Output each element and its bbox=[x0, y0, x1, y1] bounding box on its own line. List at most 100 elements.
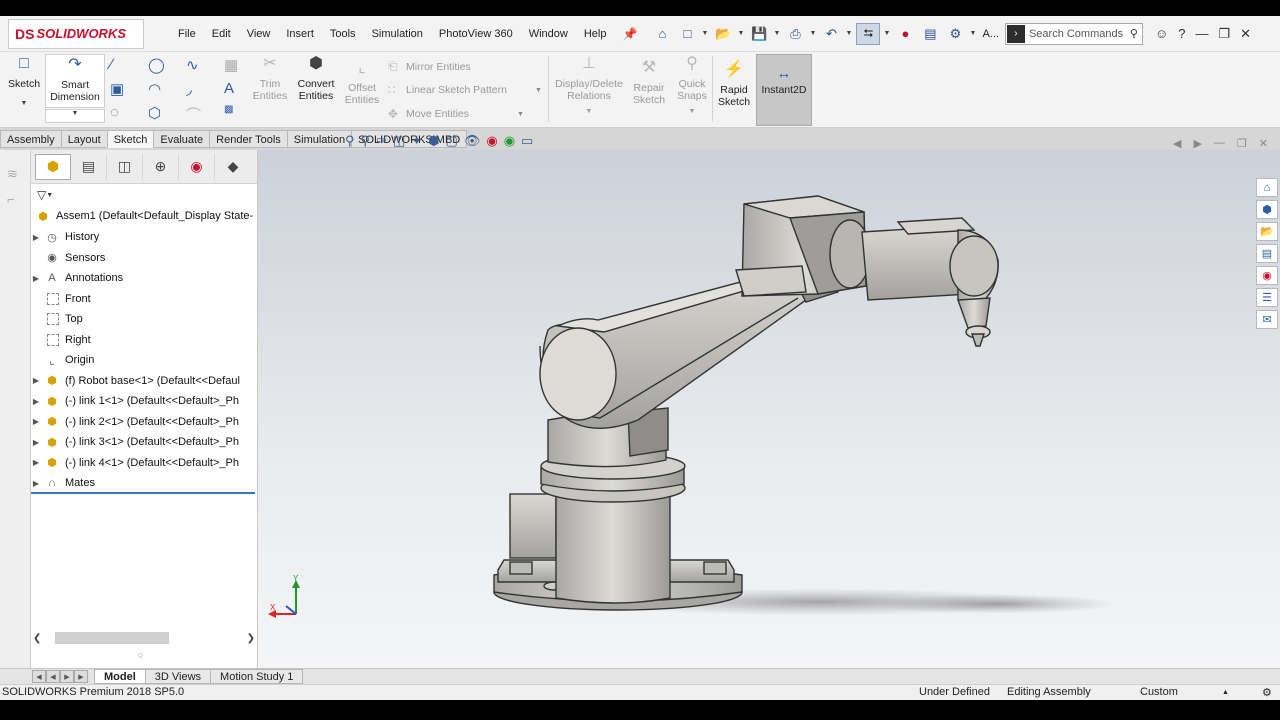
print-icon[interactable]: ⎙ bbox=[784, 23, 806, 45]
circle-icon[interactable]: ◯ bbox=[148, 56, 165, 74]
user-icon[interactable]: ☺ bbox=[1155, 26, 1168, 41]
expand-arrow-icon[interactable]: ▶ bbox=[31, 417, 41, 426]
viewport-minimize-icon[interactable]: — bbox=[1214, 137, 1225, 150]
spline-icon[interactable]: ∿ bbox=[186, 56, 199, 74]
chevron-down-icon[interactable]: ▼ bbox=[845, 30, 853, 37]
chevron-down-icon[interactable]: ▼ bbox=[883, 30, 891, 37]
tab-render-tools[interactable]: Render Tools bbox=[209, 130, 288, 148]
slot-icon[interactable]: ◌ bbox=[110, 104, 119, 121]
rebuild-traffic-light-icon[interactable]: ● bbox=[894, 23, 916, 45]
sketch-grid-icon[interactable]: ≋ bbox=[7, 166, 18, 182]
tab-layout[interactable]: Layout bbox=[60, 130, 108, 148]
chevron-down-icon[interactable]: ▼ bbox=[809, 30, 817, 37]
dimxpert-tab-icon[interactable]: ⊕ bbox=[143, 153, 179, 180]
property-manager-tab-icon[interactable]: ▤ bbox=[71, 153, 107, 180]
trim-entities-button[interactable]: ✂ Trim Entities bbox=[250, 56, 290, 103]
tab-sketch[interactable]: Sketch bbox=[106, 130, 155, 148]
chevron-down-icon[interactable]: ▼ bbox=[737, 30, 745, 37]
instant2d-button[interactable]: ↔ Instant2D bbox=[756, 54, 812, 126]
close-icon[interactable]: ✕ bbox=[1240, 26, 1251, 42]
edit-appearance-icon[interactable]: ◉ bbox=[486, 133, 497, 149]
robot-base-part[interactable] bbox=[493, 452, 743, 611]
design-library-icon[interactable]: ⬢ bbox=[1256, 200, 1278, 219]
zoom-to-area-icon[interactable]: ⚲ bbox=[361, 133, 371, 149]
viewport-next-icon[interactable]: ▶ bbox=[1193, 137, 1201, 150]
text-icon[interactable]: A bbox=[224, 80, 234, 97]
filter-icon[interactable]: ▽ bbox=[37, 188, 46, 202]
menu-view[interactable]: View bbox=[239, 28, 279, 40]
rapid-sketch-button[interactable]: ⚡ Rapid Sketch bbox=[714, 62, 754, 109]
undo-icon[interactable]: ↶ bbox=[820, 23, 842, 45]
coordinate-triad[interactable]: Y X bbox=[268, 574, 300, 618]
next-tab-icon[interactable]: ▶ bbox=[60, 670, 74, 683]
chevron-down-icon[interactable]: ▼ bbox=[672, 106, 712, 118]
sketch-button[interactable]: □ Sketch ▼ bbox=[6, 56, 42, 110]
link-4-part[interactable] bbox=[829, 217, 999, 347]
chevron-down-icon[interactable]: ▼ bbox=[45, 109, 105, 123]
chevron-up-icon[interactable]: ▲ bbox=[1222, 689, 1229, 696]
chamfer-icon[interactable]: ⌒ bbox=[186, 104, 201, 125]
search-icon[interactable]: ⚲ bbox=[1130, 27, 1138, 40]
robot-arm-model[interactable]: Y X bbox=[258, 150, 1280, 668]
chevron-down-icon[interactable]: ▼ bbox=[773, 30, 781, 37]
solidworks-resources-icon[interactable]: ⌂ bbox=[1256, 178, 1278, 197]
menu-help[interactable]: Help bbox=[576, 28, 615, 40]
menu-window[interactable]: Window bbox=[521, 28, 576, 40]
pin-menu-icon[interactable]: 📌 bbox=[622, 27, 637, 41]
quick-snaps-button[interactable]: ⚲ Quick Snaps ▼ bbox=[672, 56, 712, 118]
plane-icon[interactable]: ▩ bbox=[224, 104, 233, 115]
move-entities-button[interactable]: ✥ Move Entities ▼ bbox=[388, 107, 524, 121]
tree-item[interactable]: Top bbox=[31, 309, 258, 329]
scroll-thumb[interactable] bbox=[55, 632, 170, 644]
restore-icon[interactable]: ❐ bbox=[1218, 26, 1230, 42]
hide-show-items-icon[interactable]: 👁 bbox=[464, 133, 481, 149]
tab-evaluate[interactable]: Evaluate bbox=[153, 130, 211, 148]
linear-sketch-pattern-button[interactable]: ∷ Linear Sketch Pattern ▼ bbox=[388, 83, 542, 97]
feature-manager-tab-icon[interactable]: ⬢ bbox=[35, 153, 71, 180]
expand-arrow-icon[interactable]: ▶ bbox=[31, 397, 41, 406]
save-icon[interactable]: 💾 bbox=[748, 23, 770, 45]
smart-dimension-button[interactable]: ↷ Smart Dimension bbox=[45, 54, 105, 108]
cam-tab-icon[interactable]: ◆ bbox=[215, 154, 251, 180]
polygon-icon[interactable]: ⬡ bbox=[148, 104, 161, 122]
chevron-down-icon[interactable]: ▼ bbox=[6, 98, 42, 110]
tree-item[interactable]: ▶ ◷ History bbox=[31, 227, 258, 247]
custom-properties-icon[interactable]: ☰ bbox=[1256, 288, 1278, 307]
select-cursor-icon[interactable]: ⮀ bbox=[856, 22, 881, 45]
section-view-icon[interactable]: ◫ bbox=[393, 133, 405, 149]
expand-arrow-icon[interactable]: ▶ bbox=[31, 458, 41, 467]
point-grid-icon[interactable]: ▦ bbox=[224, 56, 238, 74]
view-orientation-icon[interactable]: ⬢ bbox=[428, 133, 439, 149]
tree-filter[interactable]: ▽ ▼ bbox=[31, 184, 257, 206]
tree-item[interactable]: Front bbox=[31, 289, 258, 309]
view-settings-icon[interactable]: ▭ bbox=[521, 133, 533, 149]
menu-edit[interactable]: Edit bbox=[204, 28, 239, 40]
splitter-handle-icon[interactable]: ○ bbox=[138, 650, 143, 660]
expand-arrow-icon[interactable]: ▶ bbox=[31, 479, 41, 488]
appearances-icon[interactable]: ◉ bbox=[1256, 266, 1278, 285]
arc-icon[interactable]: ◠ bbox=[148, 80, 161, 98]
open-folder-icon[interactable]: 📂 bbox=[712, 23, 734, 45]
tree-item[interactable]: ◉ Sensors bbox=[31, 248, 258, 268]
expand-arrow-icon[interactable]: ▶ bbox=[31, 274, 41, 283]
expand-arrow-icon[interactable]: ▶ bbox=[31, 233, 41, 242]
viewport-restore-icon[interactable]: ❐ bbox=[1237, 137, 1247, 150]
chevron-down-icon[interactable]: ▼ bbox=[46, 192, 53, 199]
display-manager-tab-icon[interactable]: ◉ bbox=[179, 153, 215, 180]
tree-item[interactable]: Right bbox=[31, 330, 258, 350]
viewport-prev-icon[interactable]: ◀ bbox=[1173, 137, 1181, 150]
chevron-down-icon[interactable]: ▼ bbox=[517, 111, 524, 118]
first-tab-icon[interactable]: ◀ bbox=[32, 670, 46, 683]
tab-3d-views[interactable]: 3D Views bbox=[144, 669, 212, 684]
forum-icon[interactable]: ✉ bbox=[1256, 310, 1278, 329]
new-document-icon[interactable]: □ bbox=[676, 23, 698, 45]
repair-sketch-button[interactable]: ⚒ Repair Sketch bbox=[630, 60, 668, 107]
display-delete-relations-button[interactable]: ⊥ Display/Delete Relations ▼ bbox=[552, 56, 626, 118]
previous-view-icon[interactable]: ✑ bbox=[376, 133, 387, 149]
solidworks-logo[interactable]: DS SOLIDWORKS bbox=[8, 18, 144, 49]
status-units[interactable]: Custom bbox=[1140, 686, 1178, 698]
tree-root-assembly[interactable]: ⬢ Assem1 (Default<Default_Display State- bbox=[31, 206, 258, 226]
offset-entities-button[interactable]: ⌞ Offset Entities bbox=[342, 60, 382, 107]
rebuild-status-icon[interactable]: ⚙ bbox=[1262, 686, 1272, 699]
tree-item[interactable]: ▶ ⬢ (-) link 3<1> (Default<<Default>_Ph bbox=[31, 432, 258, 452]
